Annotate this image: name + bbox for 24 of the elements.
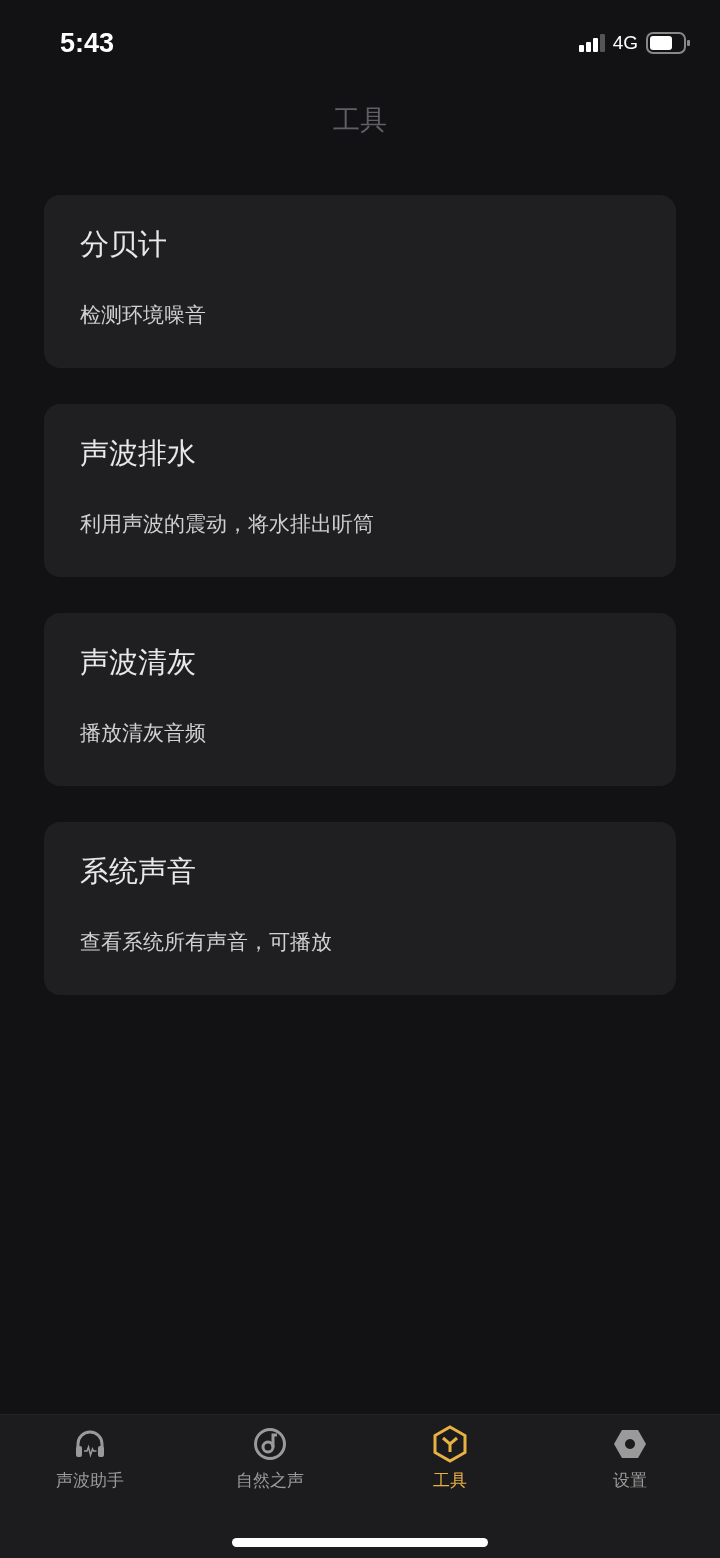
tool-card[interactable]: 系统声音 查看系统所有声音，可播放 bbox=[44, 822, 676, 995]
tab-item[interactable]: 设置 bbox=[540, 1415, 720, 1524]
tool-description: 播放清灰音频 bbox=[80, 720, 207, 747]
home-indicator[interactable] bbox=[232, 1538, 488, 1547]
tool-title: 系统声音 bbox=[80, 853, 197, 890]
tool-card[interactable]: 声波排水 利用声波的震动，将水排出听筒 bbox=[44, 404, 676, 577]
tab-item[interactable]: 自然之声 bbox=[180, 1415, 360, 1524]
tool-title: 声波清灰 bbox=[80, 644, 197, 681]
tool-title: 声波排水 bbox=[80, 435, 197, 472]
battery-icon bbox=[646, 32, 690, 54]
tool-card[interactable]: 声波清灰 播放清灰音频 bbox=[44, 613, 676, 786]
music-note-icon bbox=[253, 1425, 287, 1463]
tab-item[interactable]: 声波助手 bbox=[0, 1415, 180, 1524]
tab-item[interactable]: 工具 bbox=[360, 1415, 540, 1524]
page-title: 工具 bbox=[333, 103, 387, 137]
status-time: 5:43 bbox=[60, 27, 115, 59]
network-label: 4G bbox=[612, 32, 638, 54]
tool-title: 分贝计 bbox=[80, 226, 168, 263]
tool-description: 利用声波的震动，将水排出听筒 bbox=[80, 511, 375, 538]
hexagon-icon bbox=[432, 1425, 468, 1463]
tool-card[interactable]: 分贝计 检测环境噪音 bbox=[44, 195, 676, 368]
tool-description: 查看系统所有声音，可播放 bbox=[80, 929, 333, 956]
tool-description: 检测环境噪音 bbox=[80, 302, 207, 329]
signal-icon bbox=[578, 34, 605, 52]
